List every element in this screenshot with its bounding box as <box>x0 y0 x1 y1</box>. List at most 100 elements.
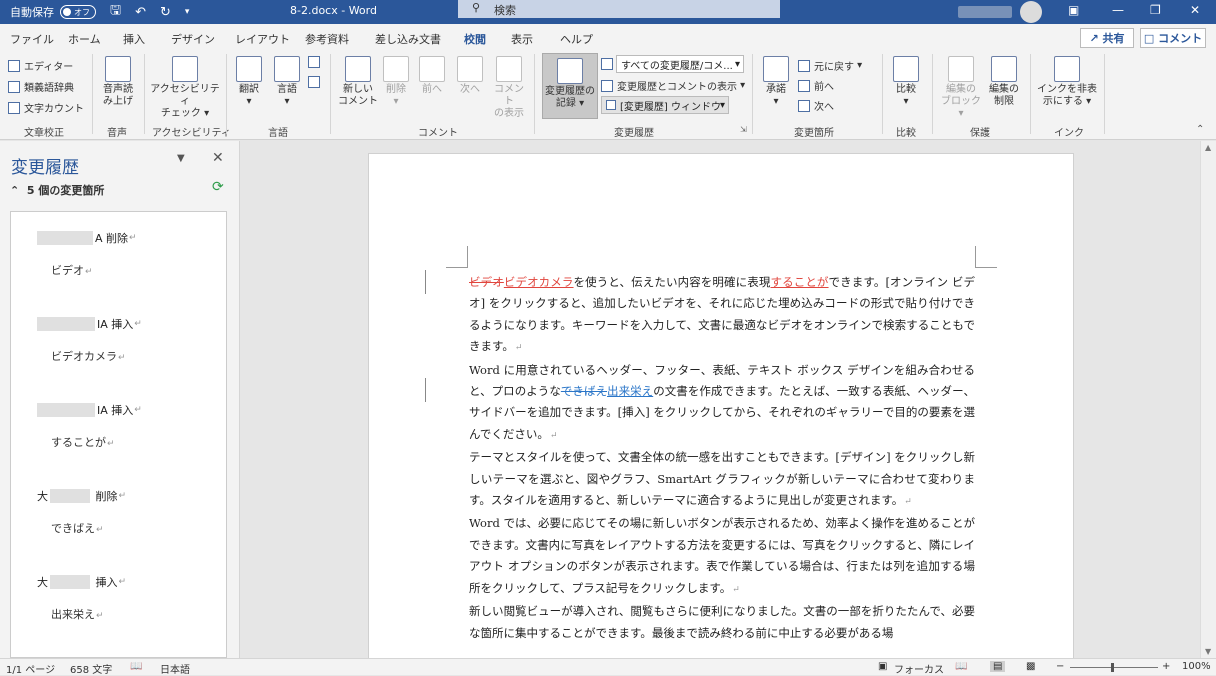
language-button[interactable]: 言語 ▾ <box>270 56 304 108</box>
search-box[interactable]: ⚲ 検索 <box>458 0 780 18</box>
focus-button[interactable]: フォーカス <box>894 661 944 676</box>
show-comments-button[interactable]: コメント の表示 <box>490 56 528 120</box>
tab-design[interactable]: デザイン <box>171 31 215 47</box>
editor-button[interactable]: エディター <box>8 58 73 73</box>
paragraph: 新しい閲覧ビューが導入され、閲覧もさらに便利になりました。文書の一部を折りたたん… <box>469 604 975 640</box>
scroll-down-icon[interactable]: ▼ <box>1205 647 1211 656</box>
paragraph: Word に用意されているヘッダー、フッター、表紙、テキスト ボックス デザイン… <box>469 362 976 441</box>
block-authors-button[interactable]: 編集の ブロック ▾ <box>940 56 982 120</box>
editor-icon <box>8 59 20 72</box>
group-label-ink: インク <box>1054 128 1084 139</box>
web-layout-icon[interactable]: ▩ <box>1026 661 1035 672</box>
document-page[interactable]: ビデオビデオカメラを使うと、伝えたい内容を明確に表現することができます。[オンラ… <box>368 153 1074 658</box>
share-button[interactable]: ↗ 共有 <box>1080 28 1134 48</box>
pane-options-icon[interactable]: ▼ <box>177 153 185 164</box>
previous-comment-button[interactable]: 前へ <box>416 56 448 96</box>
zoom-out-icon[interactable]: − <box>1056 661 1064 672</box>
scroll-up-icon[interactable]: ▲ <box>1205 143 1211 152</box>
zoom-slider-handle[interactable] <box>1111 663 1114 672</box>
proofing-status-icon[interactable]: 📖 <box>130 661 142 672</box>
thesaurus-button[interactable]: 類義語辞典 <box>8 79 74 94</box>
reject-button[interactable]: 元に戻す ▾ <box>798 58 862 73</box>
inserted-text: 出来栄え <box>607 384 654 399</box>
keyboard-icon[interactable] <box>308 76 324 88</box>
accept-button[interactable]: 承諾 ▾ <box>760 56 792 108</box>
read-mode-icon[interactable]: 📖 <box>955 661 967 672</box>
read-aloud-button[interactable]: 音声読 み上げ <box>98 56 138 108</box>
compare-button[interactable]: 比較 ▾ <box>890 56 922 108</box>
block-authors-icon <box>948 56 974 82</box>
print-layout-icon[interactable]: ▤ <box>990 661 1006 672</box>
change-bar <box>425 378 426 402</box>
tab-review[interactable]: 校閲 <box>464 31 486 53</box>
reviewing-pane-dropdown[interactable]: [変更履歴] ウィンドウ ▾ <box>601 96 729 114</box>
collapse-ribbon-icon[interactable]: ⌃ <box>1196 124 1204 135</box>
tab-layout[interactable]: レイアウト <box>235 31 290 47</box>
undo-icon[interactable]: ↶ <box>135 5 146 20</box>
search-icon: ⚲ <box>472 1 481 14</box>
revision-summary[interactable]: ⌃ 5 個の変更箇所 <box>10 182 104 198</box>
accessibility-icon <box>172 56 198 82</box>
hide-ink-button[interactable]: インクを非表 示にする ▾ <box>1036 56 1098 108</box>
tab-references[interactable]: 参考資料 <box>305 31 349 47</box>
revision-item[interactable]: 大 削除 ↵ できばえ↵ <box>11 470 226 556</box>
close-icon[interactable]: ✕ <box>1190 3 1200 17</box>
comment-check-icon[interactable] <box>308 56 324 68</box>
status-bar: 1/1 ページ 658 文字 📖 日本語 ▣ フォーカス 📖 ▤ ▩ − + 1… <box>0 658 1216 676</box>
customize-qat-icon[interactable]: ▾ <box>185 7 190 17</box>
delete-comment-button[interactable]: 削除 ▾ <box>380 56 412 108</box>
tracking-options-icon[interactable]: ⇲ <box>740 125 747 134</box>
previous-change-button[interactable]: 前へ <box>798 78 834 93</box>
autosave-label: 自動保存 <box>10 6 54 19</box>
word-count[interactable]: 658 文字 <box>70 661 112 676</box>
accessibility-check-button[interactable]: アクセシビリティ チェック ▾ <box>148 56 222 120</box>
user-name[interactable] <box>958 6 1012 18</box>
minimize-icon[interactable]: — <box>1112 3 1124 17</box>
next-comment-button[interactable]: 次へ <box>454 56 486 96</box>
vertical-scrollbar[interactable]: ▲ ▼ <box>1200 141 1216 658</box>
refresh-icon[interactable]: ⟳ <box>212 179 224 195</box>
zoom-slider[interactable] <box>1070 667 1158 668</box>
reject-icon <box>798 59 810 72</box>
avatar[interactable] <box>1020 1 1042 23</box>
tab-file[interactable]: ファイル <box>10 31 54 47</box>
next-change-icon <box>798 99 810 112</box>
tab-home[interactable]: ホーム <box>68 31 101 47</box>
restrict-editing-button[interactable]: 編集の 制限 <box>984 56 1024 108</box>
focus-icon[interactable]: ▣ <box>878 661 887 672</box>
thesaurus-icon <box>8 80 20 93</box>
revision-item[interactable]: 大 挿入 ↵ 出来栄え↵ <box>11 556 226 642</box>
ribbon-display-icon[interactable]: ▣ <box>1068 3 1079 17</box>
margin-corner <box>975 246 997 268</box>
markup-dropdown[interactable]: すべての変更履歴/コメ... ▾ <box>616 55 744 73</box>
zoom-level[interactable]: 100% <box>1182 661 1211 672</box>
group-label-protect: 保護 <box>970 128 990 139</box>
new-comment-button[interactable]: 新しい コメント <box>338 56 378 108</box>
close-pane-icon[interactable]: ✕ <box>212 150 224 166</box>
language-status[interactable]: 日本語 <box>160 661 190 676</box>
document-body[interactable]: ビデオビデオカメラを使うと、伝えたい内容を明確に表現することができます。[オンラ… <box>469 272 975 644</box>
maximize-icon[interactable]: ❐ <box>1150 3 1161 17</box>
revision-item[interactable]: A 削除 ↵ ビデオ↵ <box>11 212 226 298</box>
tab-mailings[interactable]: 差し込み文書 <box>375 31 441 47</box>
autosave-toggle[interactable]: オフ <box>60 5 96 19</box>
show-markup-button[interactable]: 変更履歴とコメントの表示 ▾ <box>601 78 745 93</box>
tab-view[interactable]: 表示 <box>511 31 533 47</box>
delete-comment-icon <box>383 56 409 82</box>
change-bar <box>425 270 426 294</box>
next-change-button[interactable]: 次へ <box>798 98 834 113</box>
wordcount-button[interactable]: 文字カウント <box>8 100 84 115</box>
tab-insert[interactable]: 挿入 <box>123 31 145 47</box>
tab-help[interactable]: ヘルプ <box>560 31 593 47</box>
save-icon[interactable]: 🖫 <box>110 1 121 23</box>
zoom-in-icon[interactable]: + <box>1162 661 1170 672</box>
revision-item[interactable]: IA 挿入 ↵ することが↵ <box>11 384 226 470</box>
redo-icon[interactable]: ↻ <box>160 5 171 20</box>
comments-button[interactable]: □ コメント <box>1140 28 1206 48</box>
revision-item[interactable]: IA 挿入 ↵ ビデオカメラ↵ <box>11 298 226 384</box>
group-label-speech: 音声 <box>107 128 127 139</box>
translate-button[interactable]: 翻訳 ▾ <box>232 56 266 108</box>
margin-corner <box>446 246 468 268</box>
translate-icon <box>236 56 262 82</box>
page-count[interactable]: 1/1 ページ <box>6 661 55 676</box>
